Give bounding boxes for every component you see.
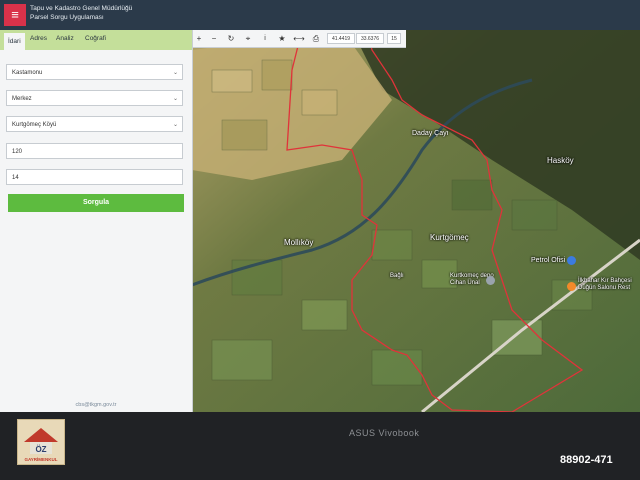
- house-logo-icon: ÖZ GAYRİMENKUL: [24, 428, 58, 462]
- tab-idari[interactable]: İdari: [4, 33, 25, 50]
- district-value: Merkez: [12, 96, 32, 102]
- latitude-readout: 41.4419: [327, 33, 355, 44]
- refresh-icon[interactable]: ↻: [224, 30, 238, 47]
- laptop-screen: Daday Çayı Hasköy Mollıköy Kurtgömeç Pet…: [0, 0, 640, 412]
- svg-text:GAYRİMENKUL: GAYRİMENKUL: [24, 456, 57, 462]
- listing-id: 88902-471: [560, 454, 613, 466]
- tab-cografi[interactable]: Coğrafi: [85, 35, 106, 42]
- place-label-ilkbahar: İlkbahar Kır Bahçesi Düğün Salonu Rest: [578, 278, 632, 291]
- menu-button[interactable]: ≡: [4, 4, 26, 26]
- app-title: Tapu ve Kadastro Genel Müdürlüğü Parsel …: [30, 4, 132, 22]
- map-toolbar: + − ↻ ⌖ i ★ ⟷ ⎙ 41.4419 33.6376 15: [192, 30, 406, 48]
- fuel-pin-icon[interactable]: [567, 256, 576, 265]
- svg-text:ÖZ: ÖZ: [35, 445, 46, 454]
- star-icon[interactable]: ★: [275, 30, 289, 47]
- tab-analiz[interactable]: Analiz: [56, 35, 74, 42]
- block-input[interactable]: 120: [6, 143, 183, 159]
- village-select[interactable]: Kurtgömeç Köyü ⌄: [6, 116, 183, 132]
- tab-adres[interactable]: Adres: [30, 35, 47, 42]
- tab-bar: İdari Adres Analiz Coğrafi: [0, 30, 192, 50]
- map-view[interactable]: Daday Çayı Hasköy Mollıköy Kurtgömeç Pet…: [192, 30, 640, 412]
- info-icon[interactable]: i: [258, 30, 272, 47]
- place-label-haskoy: Hasköy: [547, 156, 574, 165]
- venue-pin-icon[interactable]: [567, 282, 576, 291]
- zoom-in-icon[interactable]: +: [192, 30, 206, 47]
- pin-label: Bağlı: [390, 273, 404, 279]
- app-header: ≡ Tapu ve Kadastro Genel Müdürlüğü Parse…: [0, 0, 640, 30]
- satellite-map[interactable]: [192, 30, 640, 412]
- locate-icon[interactable]: ⌖: [241, 30, 255, 47]
- village-value: Kurtgömeç Köyü: [12, 122, 57, 128]
- zoom-level[interactable]: 15: [387, 33, 401, 44]
- measure-icon[interactable]: ⟷: [292, 30, 306, 47]
- app-title-line2: Parsel Sorgu Uygulaması: [30, 14, 104, 21]
- province-value: Kastamonu: [12, 70, 43, 76]
- chevron-down-icon: ⌄: [172, 122, 178, 128]
- app-title-line1: Tapu ve Kadastro Genel Müdürlüğü: [30, 5, 133, 12]
- query-sidebar: İdari Adres Analiz Coğrafi Kastamonu ⌄ M…: [0, 30, 193, 412]
- zoom-out-icon[interactable]: −: [207, 30, 221, 47]
- watermark-logo: ÖZ GAYRİMENKUL: [17, 419, 65, 465]
- place-label-petrol: Petrol Ofisi: [531, 257, 566, 264]
- contact-email[interactable]: cbs@tkgm.gov.tr: [0, 402, 192, 408]
- parcel-input[interactable]: 14: [6, 169, 183, 185]
- province-select[interactable]: Kastamonu ⌄: [6, 64, 183, 80]
- query-button[interactable]: Sorgula: [8, 194, 184, 212]
- place-label-kurtgomec: Kurtgömeç: [430, 233, 469, 242]
- depot-pin-icon[interactable]: [486, 276, 495, 285]
- longitude-readout: 33.6376: [356, 33, 384, 44]
- place-label-mollikoy: Mollıköy: [284, 238, 314, 247]
- laptop-brand: ASUS Vivobook: [349, 428, 420, 438]
- chevron-down-icon: ⌄: [172, 96, 178, 102]
- river-label: Daday Çayı: [412, 130, 449, 137]
- print-icon[interactable]: ⎙: [309, 30, 323, 47]
- district-select[interactable]: Merkez ⌄: [6, 90, 183, 106]
- laptop-bezel: [0, 412, 640, 480]
- chevron-down-icon: ⌄: [172, 70, 178, 76]
